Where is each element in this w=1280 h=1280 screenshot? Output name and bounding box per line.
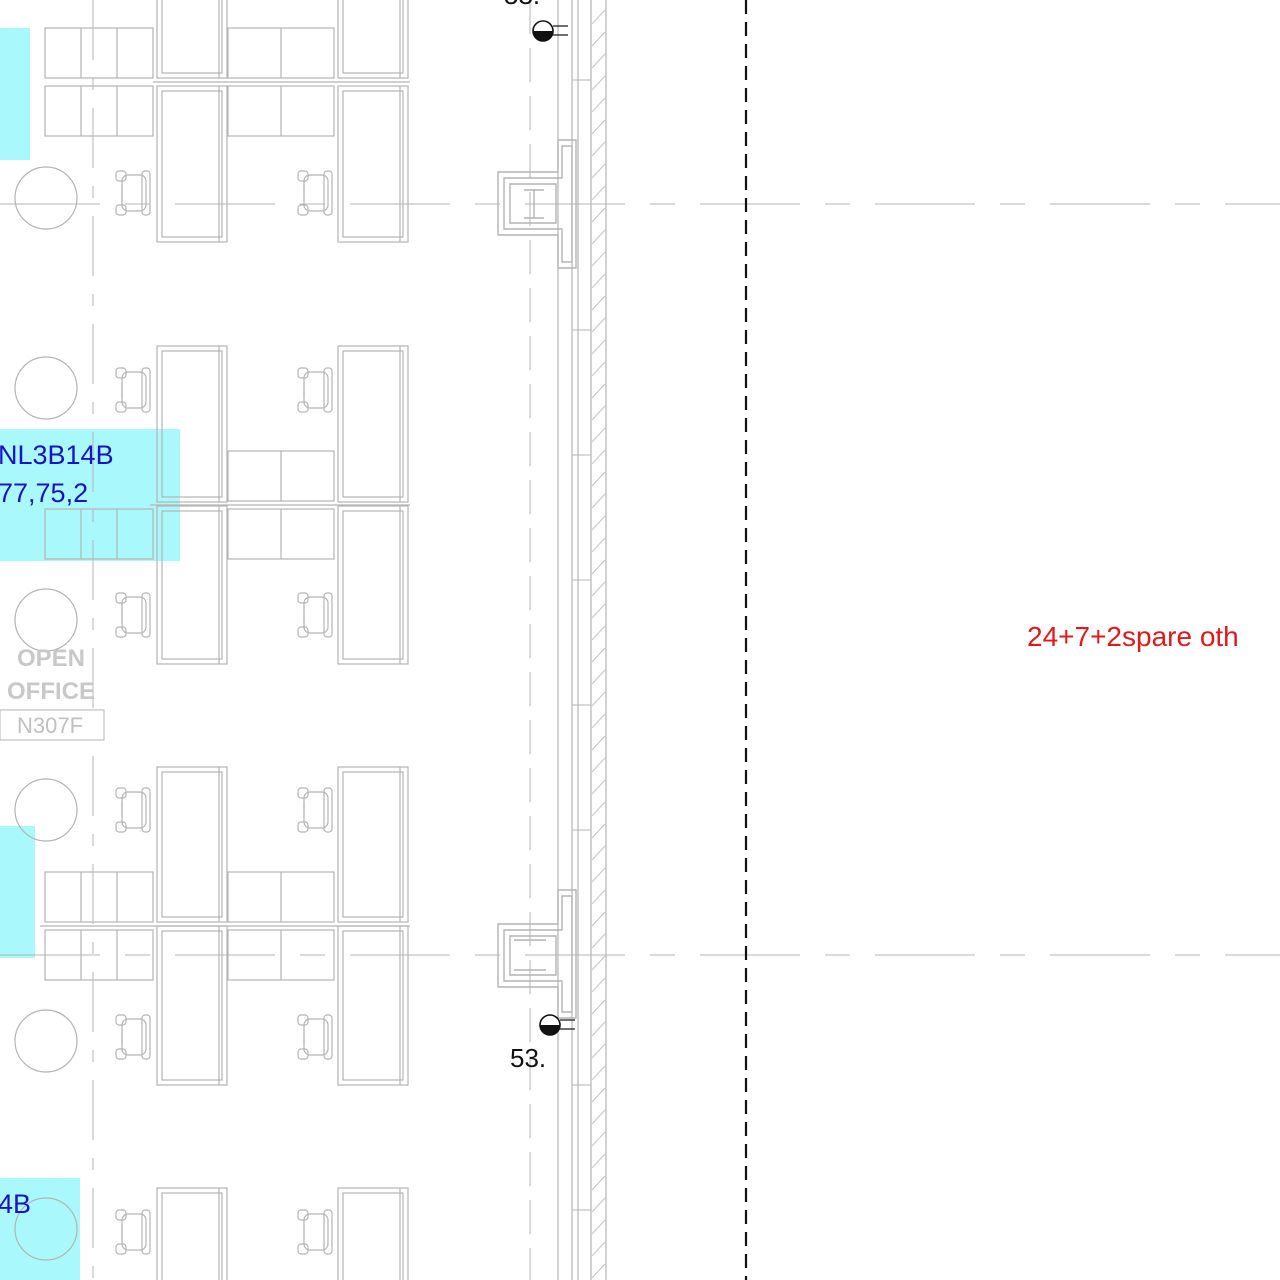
column-marker-label: 53. (504, 0, 540, 10)
round-table (14, 166, 78, 230)
storage-unit (44, 27, 154, 79)
desk-inner (342, 1192, 404, 1280)
desk-surface (337, 345, 409, 503)
round-table (14, 1009, 78, 1073)
desk-inner (161, 771, 223, 918)
chair-icon (297, 1209, 333, 1255)
furniture-layer (14, 0, 410, 1280)
desk-surface (337, 766, 409, 923)
desk-inner (161, 0, 223, 74)
desk-inner (342, 350, 404, 498)
chair-icon (297, 1014, 333, 1060)
desk-inner (342, 930, 404, 1081)
desk-surface (156, 85, 228, 243)
chair-icon (115, 367, 151, 413)
chair-icon (297, 592, 333, 638)
desk-inner (161, 1192, 223, 1280)
chair-icon (115, 592, 151, 638)
desk-inner (161, 90, 223, 238)
desk-surface (337, 505, 409, 665)
zone-label: 4B (0, 1189, 31, 1219)
desk-inner (161, 930, 223, 1081)
highlight-zone[interactable] (0, 28, 30, 160)
desk-surface (156, 1187, 228, 1280)
desk-surface (156, 766, 228, 923)
round-table (14, 778, 78, 842)
chair-icon (297, 367, 333, 413)
desk-surface (337, 925, 409, 1086)
chair-icon (297, 787, 333, 833)
column-marker-label: 53. (510, 1043, 546, 1073)
desk-inner (342, 771, 404, 918)
desk-inner (342, 90, 404, 238)
desk-surface (156, 925, 228, 1086)
storage-unit (44, 871, 154, 923)
desk-inner (342, 0, 404, 74)
wall-hatch (591, 9, 606, 1279)
round-table (14, 588, 78, 652)
highlight-zone[interactable] (0, 826, 35, 958)
zone-label: NL3B14B (0, 440, 114, 470)
cabling-annotation: 24+7+2spare oth (1027, 621, 1239, 652)
desk-surface (337, 85, 409, 243)
room-name-line1: OPEN (17, 645, 85, 672)
desk-inner (342, 510, 404, 660)
column-marker: 53. (510, 1014, 575, 1073)
room-tag[interactable]: OPEN OFFICE N307F (0, 645, 105, 741)
desk-surface (337, 1187, 409, 1280)
room-number: N307F (17, 713, 83, 738)
round-table (14, 356, 78, 420)
chair-icon (115, 787, 151, 833)
desk-surface (156, 0, 228, 79)
chair-icon (297, 170, 333, 216)
chair-icon (115, 170, 151, 216)
desk-surface (337, 0, 409, 79)
room-name-line2: OFFICE (7, 678, 95, 705)
zone-label: 77,75,2 (0, 478, 88, 508)
structural-column (497, 889, 577, 1019)
floor-plan-canvas: 53. 53. OPEN OFFICE N307F NL3B14B 77,75,… (0, 0, 1280, 1280)
chair-icon (115, 1014, 151, 1060)
chair-icon (115, 1209, 151, 1255)
storage-unit (44, 85, 154, 137)
